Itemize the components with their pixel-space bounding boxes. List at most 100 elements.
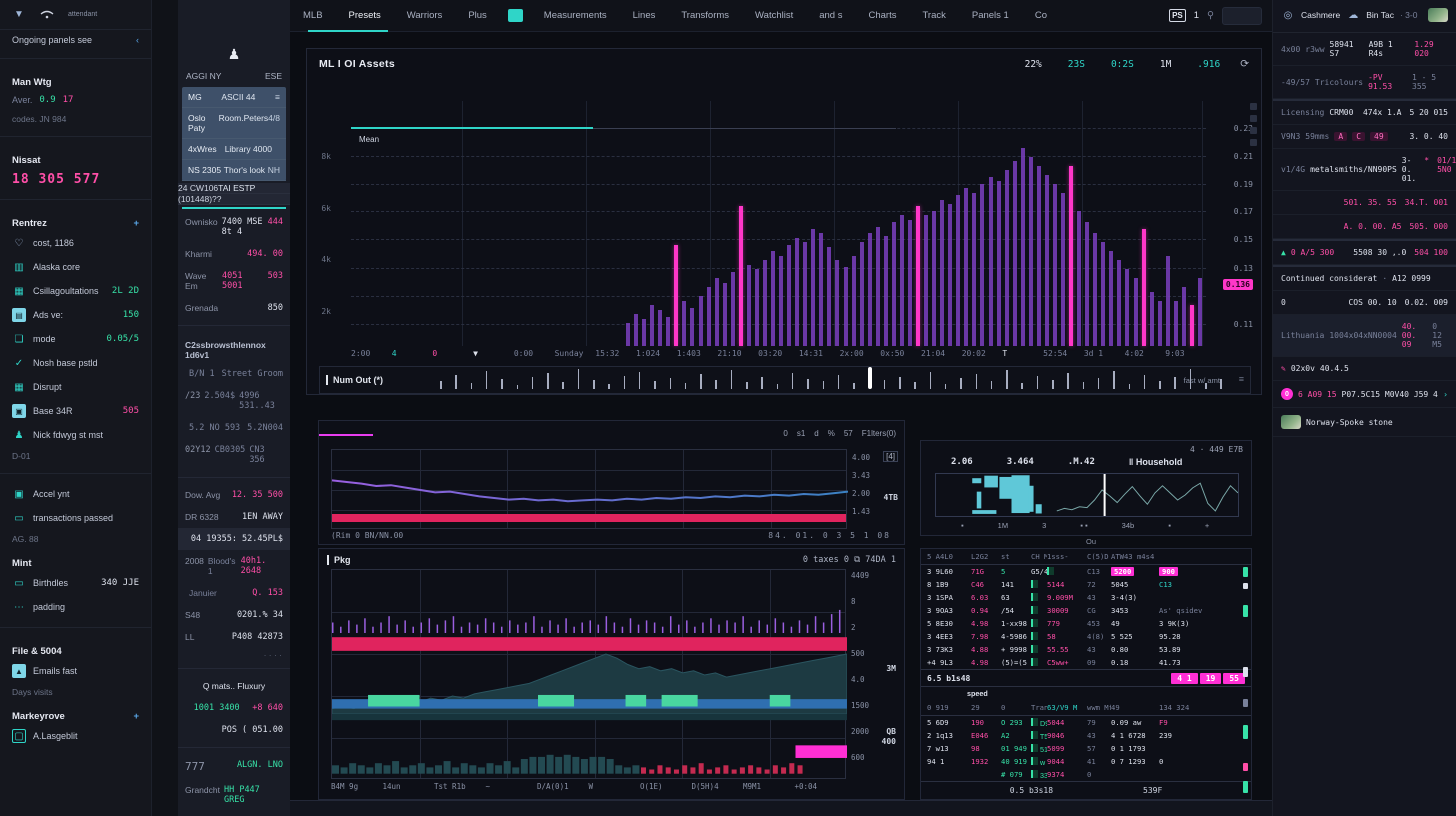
more-dots[interactable]: · · · · bbox=[178, 648, 290, 662]
sidebar-tool-item[interactable]: ▣Accel ynt bbox=[0, 482, 151, 506]
nav-tab-presets[interactable]: Presets bbox=[336, 0, 394, 32]
depth-footer-item[interactable]: + bbox=[1205, 521, 1209, 530]
spread-chart[interactable] bbox=[331, 449, 847, 529]
order-row[interactable]: 3 9OA30.94/5430009CG3453As' qsidev bbox=[921, 604, 1251, 617]
right-panel-row[interactable]: ▲0 A/5 3005508 30 ,.0504 100 bbox=[1273, 239, 1456, 265]
timeframe-button[interactable]: 4 1 bbox=[1171, 673, 1197, 684]
watchlist-row-selected[interactable]: NS 2305Thor's lookNH bbox=[182, 160, 286, 181]
watchlist-row-selected[interactable]: Oslo PatyRoom.Peters4/8 bbox=[182, 108, 286, 139]
right-panel-row[interactable]: 0COS 00. 100.02. 009 bbox=[1273, 291, 1456, 315]
order-row[interactable]: +4 9L34.98(5)=(5C5ww+090.1841.73 bbox=[921, 656, 1251, 669]
sidebar-item-cost[interactable]: ♡ cost, 1186 bbox=[0, 231, 151, 255]
refresh-icon[interactable]: ⟳ bbox=[1240, 58, 1249, 70]
right-panel-row[interactable]: 06 A09 15P07.5C15 M0V40 J59 4› bbox=[1273, 381, 1456, 408]
orders-spot-row[interactable]: 3 9L6071G5G5/42C135200900 bbox=[921, 565, 1251, 578]
right-panel-row[interactable]: A. 0. 00. A5505. 000 bbox=[1273, 215, 1456, 239]
right-panel-row[interactable]: Norway-Spoke stone bbox=[1273, 408, 1456, 437]
sidebar-item[interactable]: ▦Disrupt bbox=[0, 375, 151, 399]
sidebar-collapse-row[interactable]: Ongoing panels see ‹ bbox=[0, 30, 151, 50]
spread-tool[interactable]: s1 bbox=[797, 429, 805, 438]
pin-icon[interactable]: ⚲ bbox=[1207, 10, 1214, 21]
mint-item[interactable]: ▭Birthdles340 JJE bbox=[0, 571, 151, 595]
sidebar-item[interactable]: ▦Csillagoultations2L 2D bbox=[0, 279, 151, 303]
chart-tool-rail[interactable] bbox=[1250, 103, 1257, 146]
quote-row[interactable]: Kharmi494. 00 bbox=[178, 243, 290, 265]
chart-tool-icon[interactable] bbox=[1250, 103, 1257, 110]
timeframe-button[interactable]: 19 bbox=[1200, 673, 1222, 684]
nav-tab-co[interactable]: Co bbox=[1022, 0, 1060, 32]
sidebar-item[interactable]: ▤Ads ve:150 bbox=[0, 303, 151, 327]
watchlist-row-selected[interactable]: 4xWresLibrary 4000 bbox=[182, 139, 286, 160]
spread-toolbar[interactable]: 0s1d%57F1lters(0) bbox=[783, 429, 896, 438]
watchlist-row[interactable]: 24 CW106TAI ESTP bbox=[178, 183, 290, 194]
depth-cursor[interactable] bbox=[1104, 474, 1106, 516]
nav-tab-panels-1[interactable]: Panels 1 bbox=[959, 0, 1022, 32]
nav-tab-track[interactable]: Track bbox=[909, 0, 958, 32]
depth-footer-item[interactable]: 34b bbox=[1122, 521, 1135, 530]
order-row[interactable]: 3 73K34.88+ 999855.55430.8053.89 bbox=[921, 643, 1251, 656]
depth-footer-item[interactable]: 1M bbox=[998, 521, 1008, 530]
account-name[interactable]: Cashmere bbox=[1301, 10, 1340, 20]
right-panel-row[interactable]: Lithuania1004x04xNN000440. 00. 090 12 M5 bbox=[1273, 315, 1456, 357]
sidebar-item[interactable]: ▣Base 34R505 bbox=[0, 399, 151, 423]
depth-chart[interactable] bbox=[935, 473, 1239, 517]
spread-tool[interactable]: 0 bbox=[783, 429, 787, 438]
quote-row[interactable]: Wave Em4051 5001503 bbox=[178, 265, 290, 297]
nav-tab-mlb[interactable]: MLB bbox=[290, 0, 336, 32]
order-row[interactable]: 2 1q13E046A2 T5b169046434 1 6728239 bbox=[921, 729, 1251, 742]
nav-tab-transforms[interactable]: Transforms bbox=[668, 0, 742, 32]
right-panel-row[interactable]: 4x00r3ww58941 S7A9B 1 R4s1.29 020 bbox=[1273, 33, 1456, 66]
nav-tab-watchlist[interactable]: Watchlist bbox=[742, 0, 806, 32]
collapse-chevron-icon[interactable]: ‹ bbox=[136, 35, 139, 45]
order-row[interactable]: 5 6D9190O 293 D9/B5044790.09 awF9 bbox=[921, 716, 1251, 729]
chart-tool-icon[interactable] bbox=[1250, 139, 1257, 146]
order-row[interactable]: 5 8E304.981-xx98779453493 9K(3) bbox=[921, 617, 1251, 630]
broker-name[interactable]: Bin Tac bbox=[1366, 10, 1394, 20]
depth-footer-item[interactable]: ▪ ▪ bbox=[1080, 521, 1087, 530]
files-item[interactable]: ▲Emails fast bbox=[0, 659, 151, 683]
sidebar-tool-item[interactable]: ▭transactions passed bbox=[0, 506, 151, 530]
sidebar-item[interactable]: ✓Nosh base pstld bbox=[0, 351, 151, 375]
right-panel-row[interactable]: v1/4Gmetalsmiths/NN90PS3-0. 01.*01/1 5N0 bbox=[1273, 149, 1456, 191]
sidebar-item[interactable]: ❏mode0.05/5 bbox=[0, 327, 151, 351]
depth-footer-item[interactable]: ▪ bbox=[1168, 521, 1171, 530]
order-row[interactable]: 3 4EE37.984-5986584(8)5 52595.28 bbox=[921, 630, 1251, 643]
order-row[interactable]: # 079 33 93393740 bbox=[921, 768, 1251, 781]
right-panel-row[interactable]: LicensingCRM00474x 1.A5 20 015 bbox=[1273, 99, 1456, 125]
watchlist-row-selected[interactable]: MGASCII 44≡ bbox=[182, 87, 286, 108]
map-toolbar[interactable]: 0 taxes 0 ⧉ 74DA 1 bbox=[803, 555, 896, 565]
sidebar-item[interactable]: ♟Nick fdwyg st mst bbox=[0, 423, 151, 447]
quote-row[interactable]: Ownisko7400 MSE 8t 4444 bbox=[178, 211, 290, 243]
ps-badge[interactable]: PS bbox=[1169, 9, 1186, 22]
nav-tab-and-s[interactable]: and s bbox=[806, 0, 855, 32]
order-row[interactable]: 3 1SPA6.03639.009M433-4(3) bbox=[921, 591, 1251, 604]
map-chart[interactable] bbox=[331, 569, 846, 779]
timeframe-button[interactable]: 55 bbox=[1223, 673, 1245, 684]
nav-tab-warriors[interactable]: Warriors bbox=[394, 0, 456, 32]
order-row[interactable]: 7 w139801 949 5195099570 1 1793 bbox=[921, 742, 1251, 755]
right-panel-row[interactable]: 501. 35. 5534.T. 001 bbox=[1273, 191, 1456, 215]
price-chart[interactable]: Mean bbox=[351, 101, 1206, 346]
timeline-scrubber[interactable]: Num Out (*) fast w/ amt. ≡ bbox=[319, 366, 1251, 394]
add-icon[interactable]: + bbox=[133, 218, 139, 229]
mint-item[interactable]: ⋯padding bbox=[0, 595, 151, 619]
nav-tab-plus[interactable]: Plus bbox=[455, 0, 499, 32]
watchlist-row[interactable]: (101448)?? bbox=[178, 194, 290, 205]
market-item[interactable]: ▢A.Lasgeblit bbox=[0, 724, 151, 748]
add-icon[interactable]: + bbox=[133, 711, 139, 722]
nav-chip-icon[interactable] bbox=[508, 9, 523, 22]
menu-icon[interactable]: ≡ bbox=[1239, 374, 1244, 384]
chart-tool-icon[interactable] bbox=[1250, 127, 1257, 134]
photo-chip[interactable] bbox=[1428, 8, 1448, 22]
right-panel-row[interactable]: ✎02x0v40.4.5 bbox=[1273, 357, 1456, 381]
nav-tab-lines[interactable]: Lines bbox=[620, 0, 669, 32]
order-row[interactable]: 94 1193240 919 w 4U39044410 7 12930 bbox=[921, 755, 1251, 768]
nav-tab-measurements[interactable]: Measurements bbox=[531, 0, 620, 32]
spread-tool[interactable]: F1lters(0) bbox=[862, 429, 896, 438]
spread-tool[interactable]: 57 bbox=[844, 429, 853, 438]
right-panel-row[interactable]: Continued considerat·A12 0999 bbox=[1273, 265, 1456, 291]
spread-tool[interactable]: % bbox=[828, 429, 835, 438]
depth-footer-item[interactable]: 3 bbox=[1042, 521, 1046, 530]
right-panel-row[interactable]: -49/57Tricolours-PV 91.531 - 5 355 bbox=[1273, 66, 1456, 99]
nav-tab-charts[interactable]: Charts bbox=[855, 0, 909, 32]
